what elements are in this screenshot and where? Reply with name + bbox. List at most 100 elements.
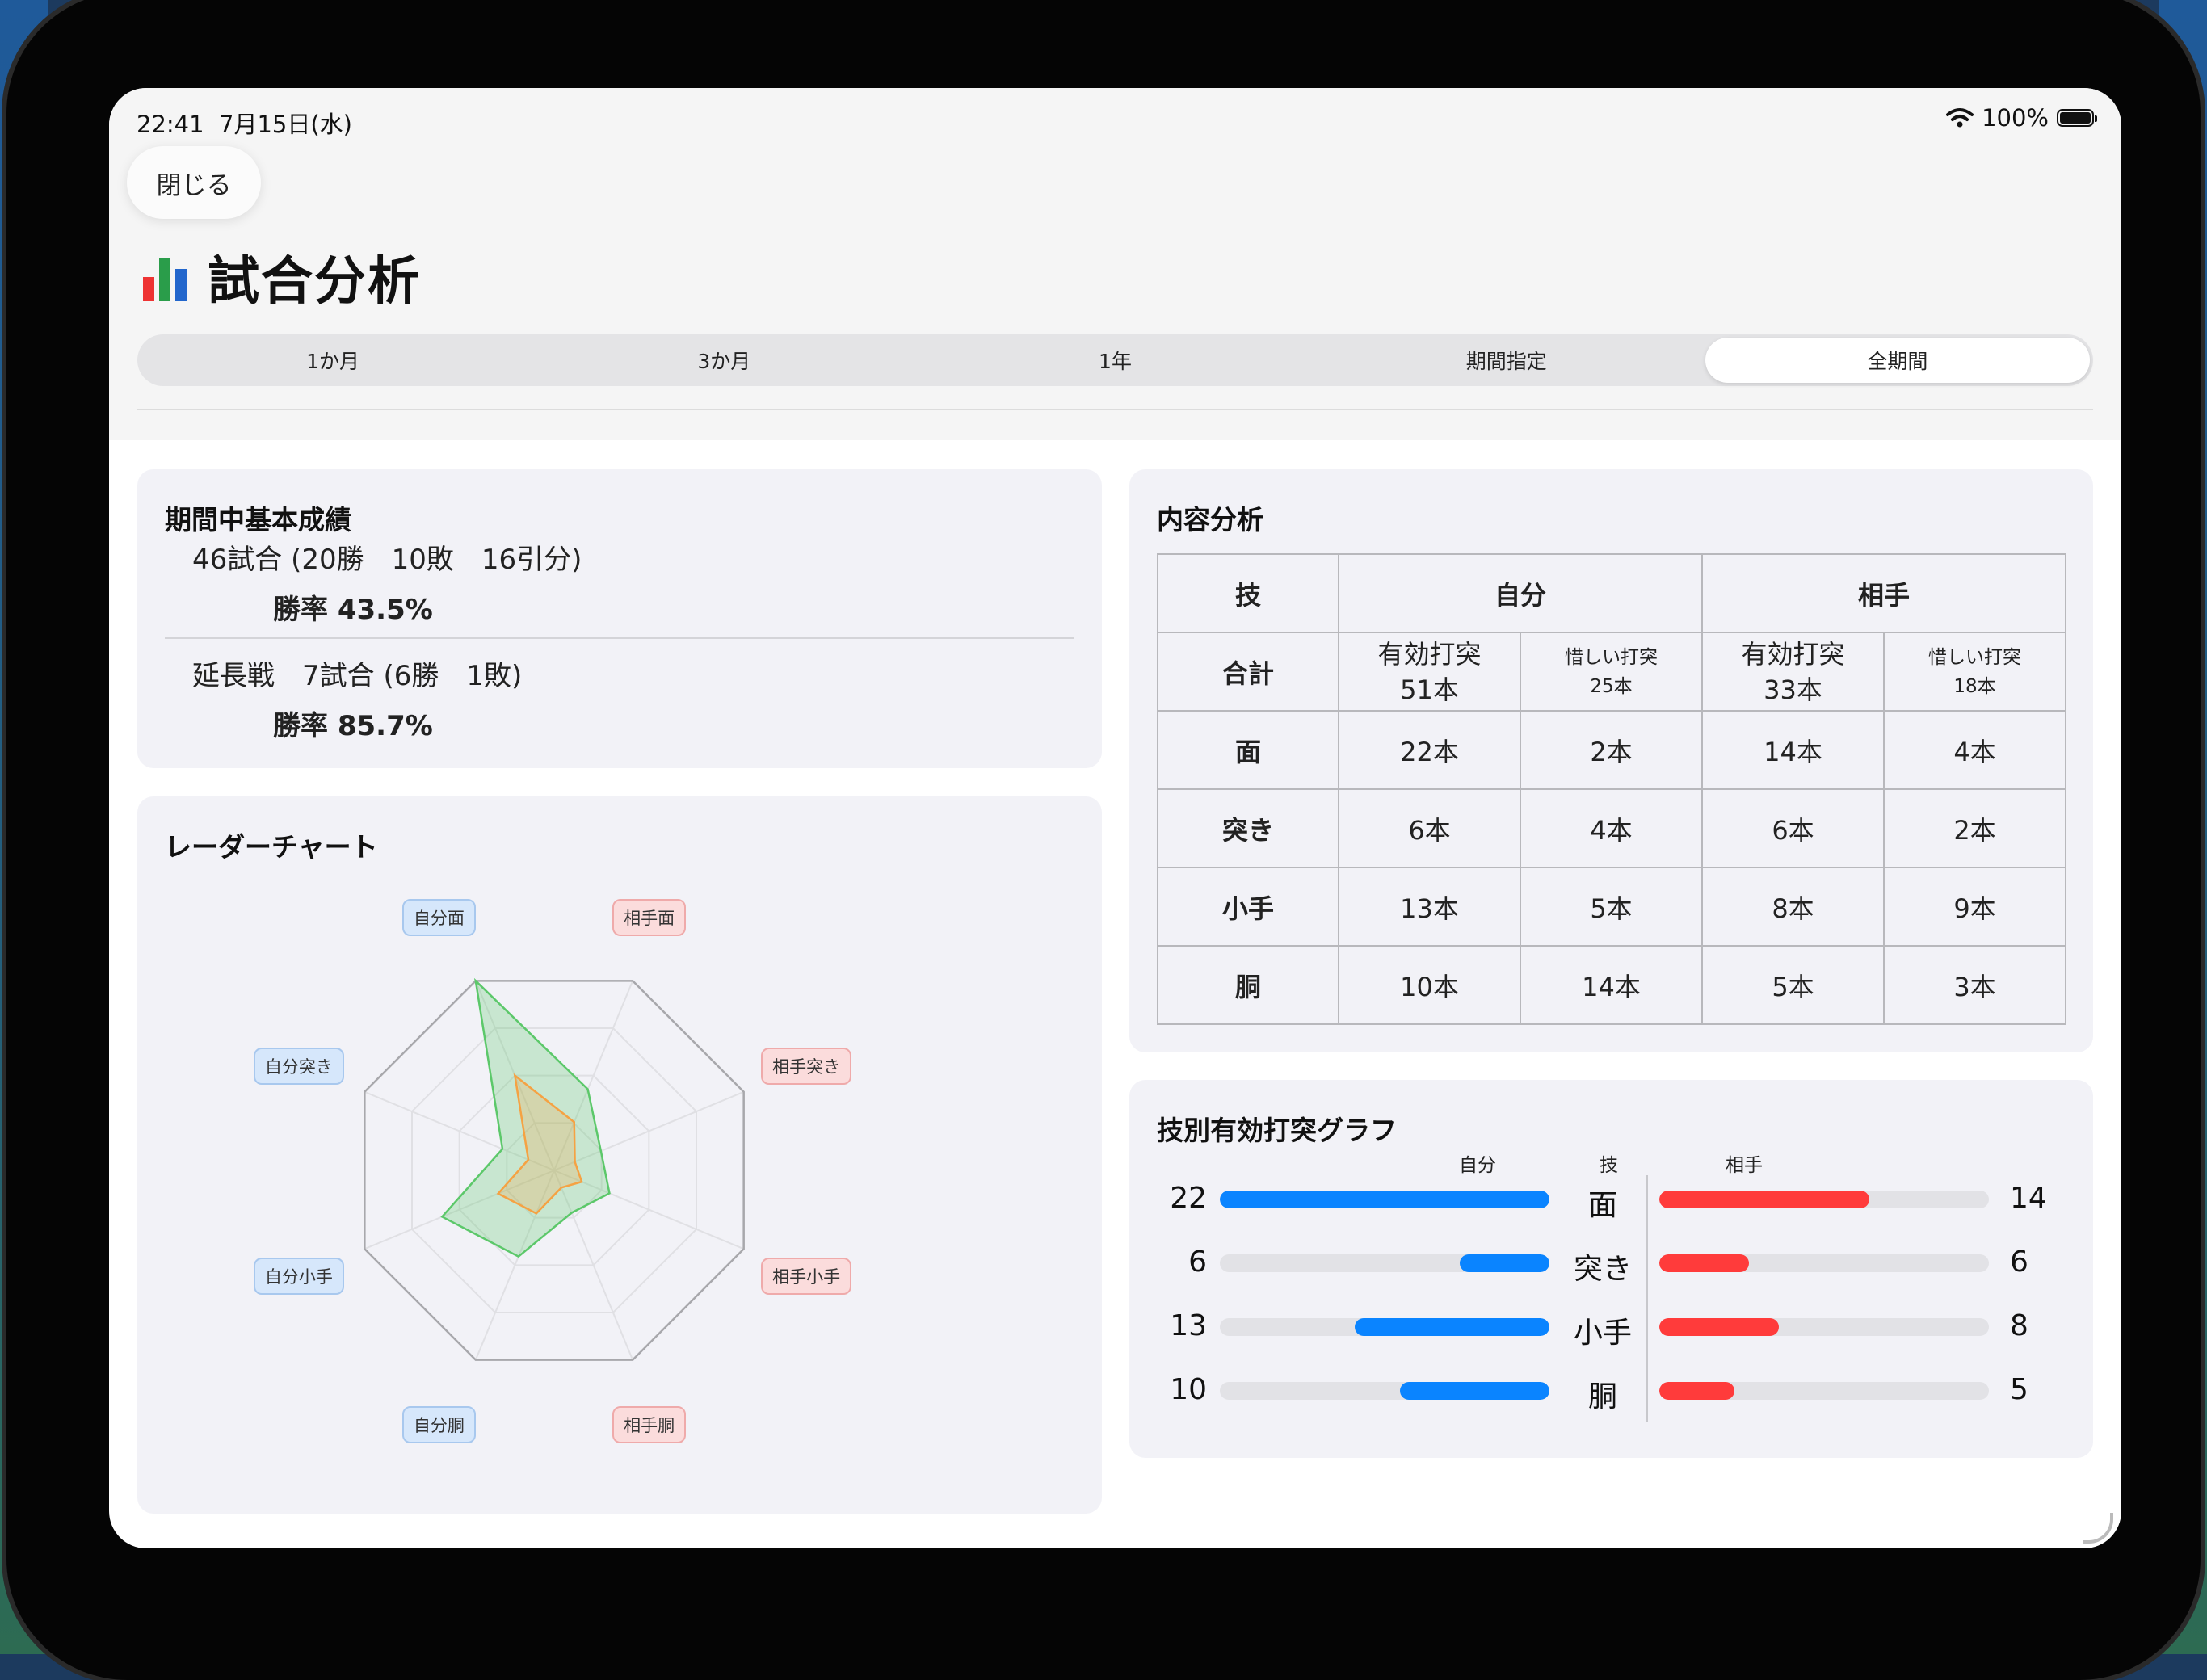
- content-analysis-title: 内容分析: [1157, 504, 1263, 536]
- cell-tech: 胴: [1157, 945, 1339, 1025]
- bar-opp-track: [1659, 1382, 1989, 1400]
- app-screen: 22:41 7月15日(水) 100% 閉じる 試合分析 1か月 3か月 1年 期間指…: [109, 88, 2121, 1548]
- cell-opp-near: 4本: [1883, 710, 2066, 790]
- cell-self-valid: 10本: [1338, 945, 1521, 1025]
- wifi-icon: [1946, 108, 1974, 128]
- bar-opp-track: [1659, 1254, 1989, 1272]
- bar-self-fill: [1220, 1191, 1549, 1208]
- period-option-1[interactable]: 3か月: [532, 338, 916, 383]
- win-rate: 勝率 43.5%: [273, 594, 433, 626]
- content-table: 技 自分 相手 合計 有効打突 51本 惜しい打突 25本 有効打突 33本 惜…: [1157, 553, 2066, 1025]
- basic-record-card: 期間中基本成績 46試合 (20勝 10敗 16引分) 勝率 43.5% 延長戦…: [137, 469, 1102, 768]
- period-option-0[interactable]: 1か月: [141, 338, 525, 383]
- bar-head-tech: 技: [1600, 1155, 1618, 1176]
- bar-self-fill: [1399, 1382, 1549, 1400]
- self-valid-total: 有効打突 51本: [1338, 632, 1521, 712]
- extra-win-rate: 勝率 85.7%: [273, 710, 433, 742]
- cell-tech: 小手: [1157, 867, 1339, 947]
- cell-self-valid: 13本: [1338, 867, 1521, 947]
- table-row: 面 22本 2本 14本 4本: [1157, 710, 2066, 790]
- opp-valid-total: 有効打突 33本: [1701, 632, 1885, 712]
- status-bar-time: 22:41 7月15日(水): [137, 106, 352, 140]
- header-self: 自分: [1338, 553, 1703, 633]
- bar-opp-track: [1659, 1191, 1989, 1208]
- cell-opp-near: 9本: [1883, 867, 2066, 947]
- bar-head-self: 自分: [1459, 1155, 1496, 1176]
- status-time: 22:41: [137, 111, 204, 138]
- bar-tech-label: 小手: [1573, 1317, 1632, 1350]
- radar-label: 自分突き: [253, 1047, 344, 1085]
- bar-opp-track: [1659, 1318, 1989, 1336]
- bar-self-track: [1220, 1254, 1549, 1272]
- content-analysis-card: 内容分析 技 自分 相手 合計 有効打突 51本 惜しい打突 25本 有効打突 …: [1129, 469, 2093, 1052]
- header-divider: [137, 409, 2093, 410]
- cell-opp-valid: 5本: [1701, 945, 1885, 1025]
- bar-center-line: [1646, 1175, 1648, 1422]
- self-near-total: 惜しい打突 25本: [1520, 632, 1703, 712]
- header-opp: 相手: [1701, 553, 2066, 633]
- cell-tech: 突き: [1157, 788, 1339, 868]
- bar-self-fill: [1354, 1318, 1549, 1336]
- radar-label: 相手面: [612, 898, 687, 936]
- status-date: 7月15日(水): [219, 111, 352, 138]
- status-bar-right: 100%: [1946, 104, 2097, 132]
- opp-near-total: 惜しい打突 18本: [1883, 632, 2066, 712]
- radar-label: 自分胴: [401, 1406, 476, 1444]
- table-row: 胴 10本 14本 5本 3本: [1157, 945, 2066, 1025]
- bar-self-value: 10: [1170, 1373, 1207, 1406]
- close-button[interactable]: 閉じる: [127, 146, 261, 219]
- radar-label: 自分小手: [253, 1258, 344, 1296]
- bar-chart-title: 技別有効打突グラフ: [1157, 1115, 1397, 1146]
- cell-self-near: 14本: [1520, 945, 1703, 1025]
- bar-self-track: [1220, 1382, 1549, 1400]
- bar-opp-fill: [1659, 1318, 1780, 1336]
- cell-tech: 面: [1157, 710, 1339, 790]
- bar-self-value: 6: [1188, 1245, 1207, 1279]
- cell-self-valid: 6本: [1338, 788, 1521, 868]
- bar-tech-label: 突き: [1573, 1253, 1632, 1286]
- period-option-3[interactable]: 期間指定: [1314, 338, 1699, 383]
- cell-opp-near: 3本: [1883, 945, 2066, 1025]
- battery-icon: [2057, 109, 2097, 127]
- bar-opp-fill: [1659, 1191, 1869, 1208]
- bar-self-value: 13: [1170, 1309, 1207, 1342]
- title-row: 試合分析: [141, 240, 421, 314]
- cell-self-valid: 22本: [1338, 710, 1521, 790]
- resize-handle: [2083, 1513, 2113, 1544]
- cell-self-near: 4本: [1520, 788, 1703, 868]
- basic-divider: [165, 637, 1074, 639]
- bar-self-value: 22: [1170, 1182, 1207, 1215]
- bar-tech-label: 面: [1587, 1189, 1617, 1222]
- header-tech: 技: [1157, 553, 1339, 633]
- bar-chart-icon: [141, 250, 190, 304]
- cell-opp-valid: 6本: [1701, 788, 1885, 868]
- cell-opp-valid: 8本: [1701, 867, 1885, 947]
- bar-self-track: [1220, 1191, 1549, 1208]
- extra-record: 延長戦 7試合 (6勝 1敗): [192, 660, 523, 692]
- period-option-4[interactable]: 全期間: [1705, 338, 2091, 383]
- bar-opp-value: 5: [2010, 1373, 2028, 1406]
- table-row: 小手 13本 5本 8本 9本: [1157, 867, 2066, 947]
- period-selector: 1か月 3か月 1年 期間指定 全期間: [137, 334, 2093, 386]
- bar-opp-value: 8: [2010, 1309, 2028, 1342]
- basic-record-title: 期間中基本成績: [165, 504, 351, 536]
- radar-label: 相手突き: [761, 1047, 852, 1085]
- header: 22:41 7月15日(水) 100% 閉じる 試合分析 1か月 3か月 1年 期間指…: [109, 88, 2121, 440]
- radar-card: レーダーチャート 自分面 相手面 相手突き 相手小手 相手胴 自分胴 自分小手 自分突き: [137, 796, 1102, 1514]
- technique-bar-card: 技別有効打突グラフ 自分 技 相手 22 面 14 6 突き 6 13 小手 8 10 胴 5: [1129, 1080, 2093, 1458]
- battery-percent: 100%: [1982, 104, 2049, 132]
- radar-label: 相手胴: [612, 1406, 687, 1444]
- bar-opp-fill: [1659, 1254, 1750, 1272]
- table-row: 突き 6本 4本 6本 2本: [1157, 788, 2066, 868]
- bar-opp-fill: [1659, 1382, 1734, 1400]
- bar-tech-label: 胴: [1587, 1380, 1617, 1413]
- cell-opp-valid: 14本: [1701, 710, 1885, 790]
- bar-opp-value: 6: [2010, 1245, 2028, 1279]
- radar-label: 自分面: [401, 898, 476, 936]
- period-option-2[interactable]: 1年: [923, 338, 1307, 383]
- bar-opp-value: 14: [2010, 1182, 2047, 1215]
- total-label: 合計: [1157, 632, 1339, 712]
- cell-self-near: 2本: [1520, 710, 1703, 790]
- bar-self-fill: [1459, 1254, 1549, 1272]
- bar-head-opp: 相手: [1726, 1155, 1763, 1176]
